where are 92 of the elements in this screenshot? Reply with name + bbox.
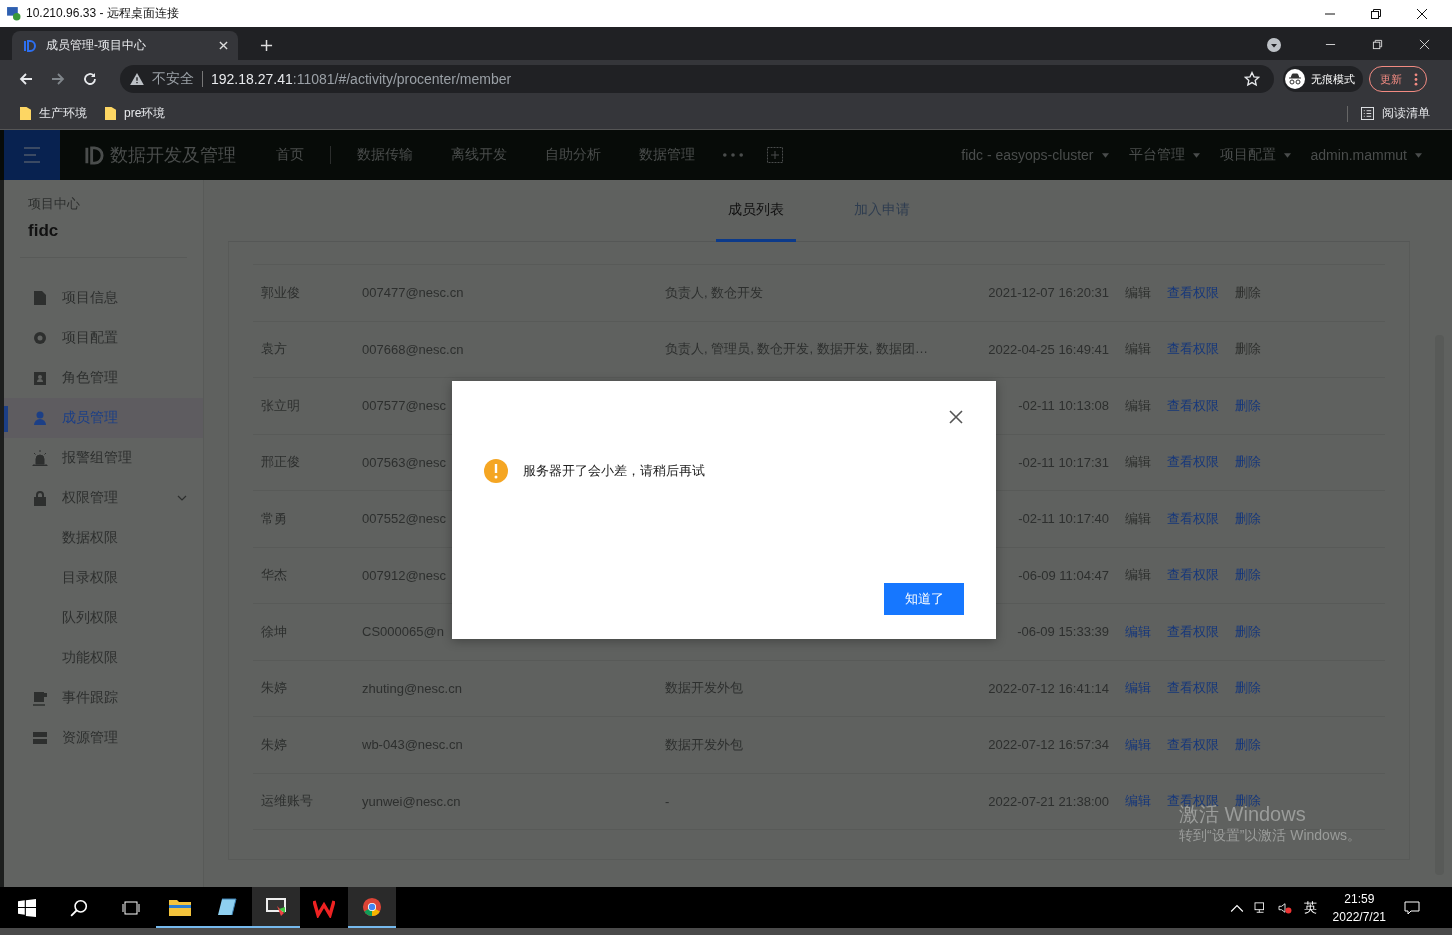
action-link[interactable]: 查看权限 bbox=[1167, 622, 1219, 641]
logo-icon bbox=[22, 37, 38, 54]
window-title: 10.210.96.33 - 远程桌面连接 bbox=[26, 5, 179, 22]
sidebar-icon bbox=[32, 450, 48, 466]
remote-desktop-icon bbox=[6, 6, 21, 21]
action-link[interactable]: 查看权限 bbox=[1167, 679, 1219, 698]
url-text: 192.18.27.41:11081/#/activity/procenter/member bbox=[211, 71, 512, 87]
dropdown-icon[interactable] bbox=[1267, 38, 1281, 52]
action-link[interactable]: 查看权限 bbox=[1167, 509, 1219, 528]
task-view-icon[interactable] bbox=[122, 898, 140, 917]
folder-icon bbox=[20, 107, 31, 120]
action-link[interactable]: 删除 bbox=[1235, 396, 1261, 415]
dialog-message: 服务器开了会小差，请稍后再试 bbox=[523, 462, 705, 480]
taskbar-app[interactable] bbox=[348, 887, 396, 928]
action-link[interactable]: 编辑 bbox=[1125, 792, 1151, 811]
action-link[interactable]: 编辑 bbox=[1125, 622, 1151, 641]
action-link[interactable]: 编辑 bbox=[1125, 735, 1151, 754]
sidebar-icon bbox=[32, 690, 48, 706]
nav-link[interactable]: 离线开发 bbox=[451, 146, 507, 164]
sidebar-icon bbox=[32, 330, 48, 346]
back-icon[interactable] bbox=[18, 71, 34, 87]
sidebar-icon bbox=[32, 490, 48, 506]
confirm-button[interactable]: 知道了 bbox=[884, 583, 964, 615]
action-link[interactable]: 查看权限 bbox=[1167, 453, 1219, 472]
security-label: 不安全 bbox=[152, 70, 194, 88]
sidebar-item[interactable]: 成员管理 bbox=[4, 398, 203, 438]
action-link[interactable]: 删除 bbox=[1235, 509, 1261, 528]
more-icon bbox=[1414, 72, 1418, 86]
nav-link[interactable]: 自助分析 bbox=[545, 146, 601, 164]
app-title: 数据开发及管理 bbox=[110, 144, 236, 167]
sidebar-icon bbox=[32, 290, 48, 306]
action-link[interactable]: 删除 bbox=[1235, 735, 1261, 754]
activation-hint: 转到“设置”以激活 Windows。 bbox=[1179, 827, 1361, 845]
warning-icon bbox=[484, 459, 508, 483]
nav-link[interactable]: 首页 bbox=[276, 146, 304, 164]
header-menu[interactable]: 项目配置 bbox=[1219, 146, 1291, 164]
tab-title: 成员管理-项目中心 bbox=[46, 37, 147, 54]
caret-icon bbox=[1283, 152, 1291, 158]
header-menu[interactable]: admin.mammut bbox=[1310, 147, 1422, 163]
browser-tab[interactable]: 成员管理-项目中心 bbox=[12, 31, 238, 60]
sidebar-icon bbox=[32, 370, 48, 386]
action-link[interactable]: 删除 bbox=[1235, 679, 1261, 698]
nav-link[interactable]: 数据管理 bbox=[639, 146, 695, 164]
volume-icon[interactable] bbox=[1277, 901, 1292, 914]
header-menu[interactable]: 平台管理 bbox=[1128, 146, 1200, 164]
start-icon[interactable] bbox=[18, 898, 36, 917]
nav-link[interactable]: 数据传输 bbox=[357, 146, 413, 164]
notification-icon[interactable] bbox=[1404, 900, 1420, 915]
header-menu[interactable]: fidc - easyops-cluster bbox=[961, 147, 1109, 163]
sidebar-icon bbox=[32, 410, 48, 426]
browser-icon bbox=[361, 896, 383, 917]
incognito-button[interactable]: 无痕模式 bbox=[1283, 66, 1363, 92]
caret-icon bbox=[1192, 152, 1200, 158]
bookmark[interactable]: pre环境 bbox=[105, 105, 166, 122]
bookmark[interactable]: 生产环境 bbox=[20, 105, 87, 122]
warning-icon bbox=[130, 73, 144, 85]
taskbar-app[interactable] bbox=[252, 887, 300, 928]
restore-icon[interactable] bbox=[1372, 39, 1383, 50]
new-tab-icon[interactable] bbox=[260, 39, 273, 52]
action-link[interactable]: 查看权限 bbox=[1167, 283, 1219, 302]
logo-icon bbox=[84, 144, 105, 166]
close-icon[interactable] bbox=[1416, 7, 1428, 20]
action-link[interactable]: 查看权限 bbox=[1167, 396, 1219, 415]
remote-desktop-icon bbox=[265, 896, 287, 917]
action-link[interactable]: 编辑 bbox=[1125, 679, 1151, 698]
action-link[interactable]: 查看权限 bbox=[1167, 735, 1219, 754]
clock-date[interactable]: 2022/7/21 bbox=[1332, 907, 1386, 926]
restore-icon[interactable] bbox=[1370, 7, 1382, 20]
forward-icon[interactable] bbox=[50, 71, 66, 87]
tab[interactable]: 成员列表 bbox=[716, 180, 796, 242]
ime-indicator[interactable]: 英 bbox=[1303, 898, 1317, 917]
action-link[interactable]: 删除 bbox=[1235, 622, 1261, 641]
sidebar-icon bbox=[32, 730, 48, 746]
action-link[interactable]: 删除 bbox=[1235, 453, 1261, 472]
clock-time[interactable]: 21:59 bbox=[1344, 889, 1375, 908]
action-link[interactable]: 删除 bbox=[1235, 566, 1261, 585]
search-icon[interactable] bbox=[70, 898, 88, 917]
caret-icon bbox=[1101, 152, 1109, 158]
caret-icon bbox=[1415, 152, 1422, 158]
close-icon[interactable] bbox=[949, 410, 963, 424]
reading-list-button[interactable]: 阅读清单 bbox=[1361, 105, 1430, 122]
folder-icon bbox=[105, 107, 116, 120]
table-cell: - bbox=[665, 793, 670, 809]
project-name: fidc bbox=[27, 221, 60, 241]
list-icon bbox=[1361, 107, 1374, 120]
incognito-icon bbox=[1285, 69, 1305, 89]
address-bar[interactable]: 不安全 192.18.27.41:11081/#/activity/procenter/member bbox=[120, 65, 1274, 93]
notebook-icon bbox=[217, 896, 239, 917]
star-icon[interactable] bbox=[1244, 71, 1260, 87]
reload-icon[interactable] bbox=[82, 71, 98, 87]
action-link[interactable]: 查看权限 bbox=[1167, 566, 1219, 585]
action-link[interactable]: 查看权限 bbox=[1167, 340, 1219, 359]
